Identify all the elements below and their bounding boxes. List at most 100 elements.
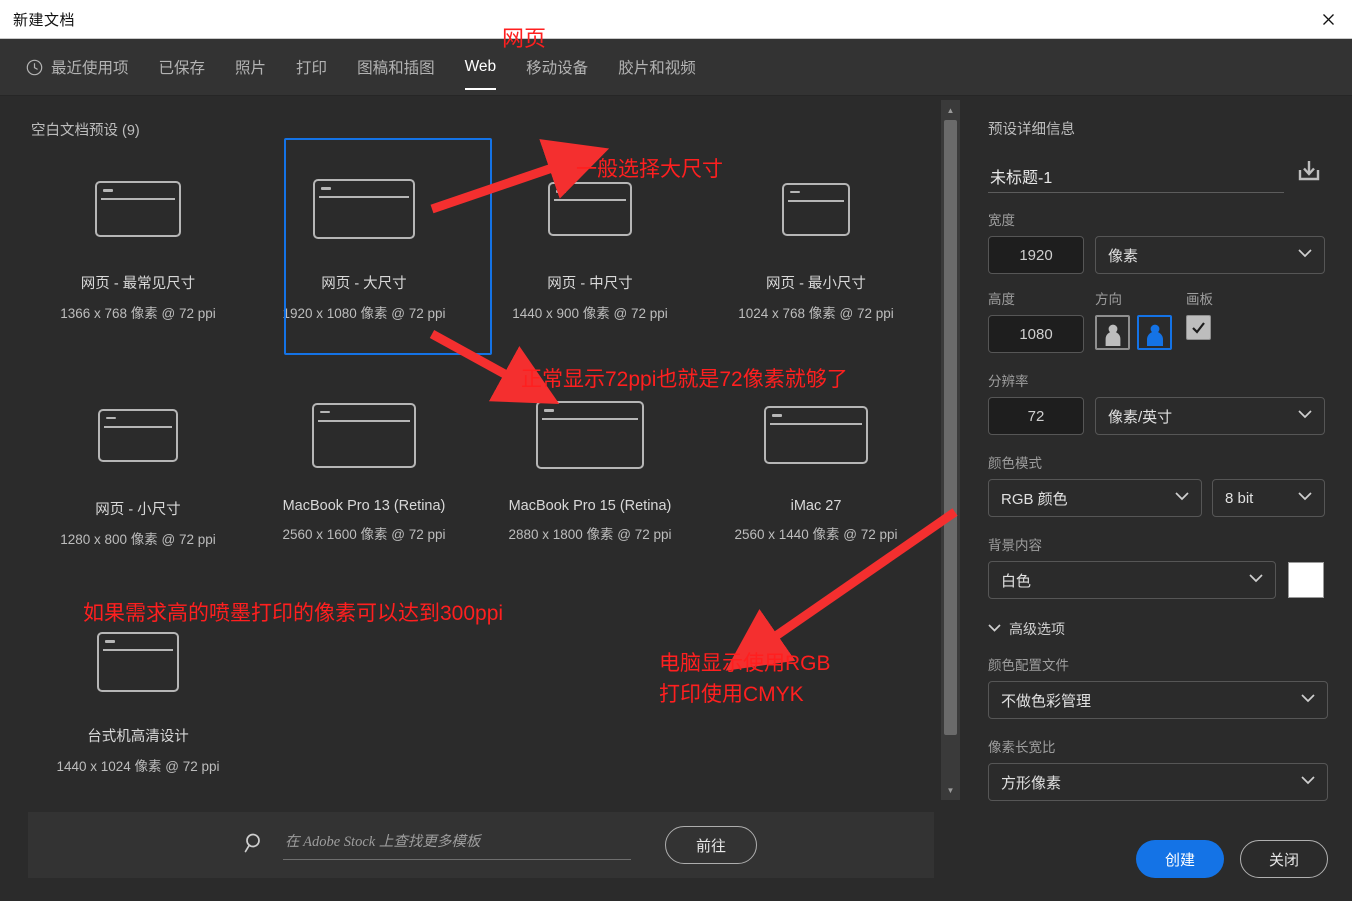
preset-dimensions: 1366 x 768 像素 @ 72 ppi xyxy=(60,306,216,321)
color-mode-value: RGB 颜色 xyxy=(1001,490,1068,508)
preset-card-selected[interactable]: 网页 - 大尺寸 1920 x 1080 像素 @ 72 ppi xyxy=(251,138,492,355)
scroll-down-icon[interactable]: ▼ xyxy=(941,782,960,798)
document-icon xyxy=(782,182,850,236)
document-icon xyxy=(313,179,415,239)
preset-dimensions: 2560 x 1600 像素 @ 72 ppi xyxy=(282,527,446,542)
blank-preset-heading: 空白文档预设 (9) xyxy=(31,123,140,139)
tab-mobile[interactable]: 移动设备 xyxy=(526,39,588,96)
document-icon xyxy=(97,632,179,692)
preset-details-panel: 预设详细信息 宽度 像素 xyxy=(964,96,1352,901)
color-profile-label: 颜色配置文件 xyxy=(988,658,1069,673)
tab-photo[interactable]: 照片 xyxy=(235,39,266,96)
preset-dimensions: 2880 x 1800 像素 @ 72 ppi xyxy=(508,527,672,542)
document-icon xyxy=(312,402,416,468)
tab-mobile-label: 移动设备 xyxy=(526,60,589,77)
tab-photo-label: 照片 xyxy=(235,60,267,77)
background-select[interactable]: 白色 xyxy=(988,561,1276,599)
tab-print[interactable]: 打印 xyxy=(296,39,327,96)
dialog-actions: 创建 关闭 xyxy=(964,840,1352,878)
stock-search-input[interactable] xyxy=(283,830,631,860)
resolution-unit-select[interactable]: 像素/英寸 xyxy=(1095,397,1325,435)
color-mode-group: 颜色模式 RGB 颜色 8 bit xyxy=(988,452,1328,517)
create-button[interactable]: 创建 xyxy=(1136,840,1224,878)
height-orientation-group: 高度 方向 xyxy=(988,288,1328,353)
width-group: 宽度 像素 xyxy=(988,209,1328,274)
tab-art-illustration-label: 图稿和插图 xyxy=(357,60,435,77)
pixel-aspect-value: 方形像素 xyxy=(1001,774,1062,792)
chevron-down-icon xyxy=(1175,492,1189,504)
document-name-row xyxy=(988,156,1328,193)
orientation-label: 方向 xyxy=(1095,292,1122,307)
color-mode-select[interactable]: RGB 颜色 xyxy=(988,479,1202,517)
preset-card[interactable]: 网页 - 最小尺寸 1024 x 768 像素 @ 72 ppi xyxy=(703,150,929,322)
bit-depth-value: 8 bit xyxy=(1225,489,1254,507)
preset-card[interactable]: 网页 - 中尺寸 1440 x 900 像素 @ 72 ppi xyxy=(477,150,703,322)
portrait-icon xyxy=(1105,324,1120,346)
preset-name: MacBook Pro 15 (Retina) xyxy=(508,498,672,514)
height-input[interactable] xyxy=(988,315,1084,353)
background-value: 白色 xyxy=(1001,572,1032,590)
color-profile-group: 颜色配置文件 不做色彩管理 xyxy=(988,654,1328,719)
width-input[interactable] xyxy=(988,236,1084,274)
advanced-options-toggle[interactable]: 高级选项 xyxy=(988,619,1328,639)
color-profile-select[interactable]: 不做色彩管理 xyxy=(988,681,1328,719)
chevron-down-icon xyxy=(1301,694,1315,706)
preset-name: iMac 27 xyxy=(790,498,842,514)
preset-card[interactable]: iMac 27 2560 x 1440 像素 @ 72 ppi xyxy=(703,376,929,543)
pixel-aspect-select[interactable]: 方形像素 xyxy=(988,763,1328,801)
tab-film-video-label: 胶片和视频 xyxy=(618,60,696,77)
clock-icon xyxy=(26,59,43,76)
orientation-landscape-button[interactable] xyxy=(1137,315,1172,350)
chevron-down-icon xyxy=(1298,249,1312,261)
artboard-label: 画板 xyxy=(1186,292,1213,307)
preset-name: 网页 - 最小尺寸 xyxy=(766,276,866,292)
document-icon xyxy=(536,401,644,469)
scroll-up-icon[interactable]: ▲ xyxy=(941,102,960,118)
tab-saved[interactable]: 已保存 xyxy=(159,39,206,96)
resolution-label: 分辨率 xyxy=(988,374,1029,389)
resolution-unit-value: 像素/英寸 xyxy=(1108,408,1173,426)
background-color-swatch[interactable] xyxy=(1288,562,1324,598)
orientation-portrait-button[interactable] xyxy=(1095,315,1130,350)
document-name-input[interactable] xyxy=(988,165,1284,193)
preset-card[interactable]: MacBook Pro 15 (Retina) 2880 x 1800 像素 @… xyxy=(477,376,703,543)
search-icon xyxy=(243,831,267,860)
preset-card[interactable]: 网页 - 最常见尺寸 1366 x 768 像素 @ 72 ppi xyxy=(25,150,251,322)
preset-dimensions: 2560 x 1440 像素 @ 72 ppi xyxy=(734,527,898,542)
tab-recent-label: 最近使用项 xyxy=(51,60,129,77)
document-icon xyxy=(95,181,181,237)
close-icon xyxy=(1323,13,1334,25)
save-preset-icon[interactable] xyxy=(1294,156,1328,191)
width-unit-select[interactable]: 像素 xyxy=(1095,236,1325,274)
preset-card[interactable]: 台式机高清设计 1440 x 1024 像素 @ 72 ppi xyxy=(25,603,251,775)
background-group: 背景内容 白色 xyxy=(988,534,1328,599)
preset-thumbnail xyxy=(25,603,251,721)
advanced-options-label: 高级选项 xyxy=(1009,621,1065,637)
scrollbar-thumb[interactable] xyxy=(944,120,957,735)
preset-name: 网页 - 中尺寸 xyxy=(547,276,633,292)
resolution-input[interactable] xyxy=(988,397,1084,435)
artboard-checkbox[interactable] xyxy=(1186,315,1211,340)
window-title: 新建文档 xyxy=(13,11,76,29)
title-bar: 新建文档 xyxy=(0,0,1352,39)
tab-film-video[interactable]: 胶片和视频 xyxy=(618,39,696,96)
tab-art-illustration[interactable]: 图稿和插图 xyxy=(357,39,435,96)
window-close-button[interactable] xyxy=(1305,0,1352,38)
chevron-down-icon xyxy=(1298,492,1312,504)
preset-name: 网页 - 小尺寸 xyxy=(95,502,181,518)
preset-dimensions: 1024 x 768 像素 @ 72 ppi xyxy=(738,306,894,321)
landscape-icon xyxy=(1146,324,1163,346)
preset-thumbnail xyxy=(477,150,703,268)
new-document-dialog: 新建文档 最近使用项 已保存 照片 打印 图稿和插图 Web 移动设备 胶片和视… xyxy=(0,0,1352,901)
preset-name: MacBook Pro 13 (Retina) xyxy=(282,498,446,514)
close-button[interactable]: 关闭 xyxy=(1240,840,1328,878)
preset-thumbnail xyxy=(703,150,929,268)
tab-web[interactable]: Web xyxy=(464,39,496,96)
stock-go-button[interactable]: 前往 xyxy=(665,826,757,864)
preset-card[interactable]: MacBook Pro 13 (Retina) 2560 x 1600 像素 @… xyxy=(251,376,477,543)
check-icon xyxy=(1192,322,1205,334)
tab-recent[interactable]: 最近使用项 xyxy=(26,39,129,96)
bit-depth-select[interactable]: 8 bit xyxy=(1212,479,1325,517)
preset-scrollbar[interactable]: ▲ ▼ xyxy=(941,100,960,800)
preset-card[interactable]: 网页 - 小尺寸 1280 x 800 像素 @ 72 ppi xyxy=(25,376,251,548)
